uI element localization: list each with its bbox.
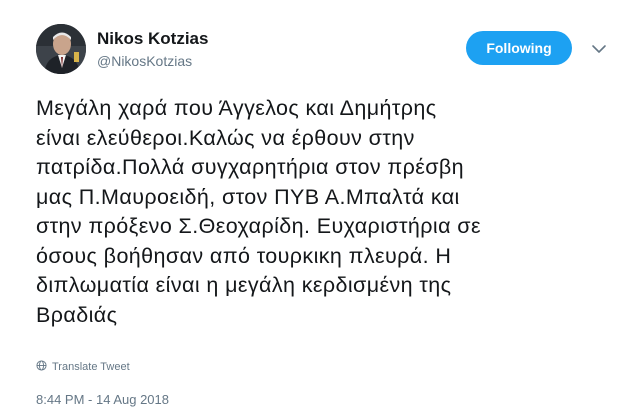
tweet-text-line: Βραδιάς: [36, 302, 118, 327]
avatar-image: [36, 24, 86, 74]
tweet-text-line: είναι ελεύθεροι.Καλώς να έρθουν στην: [36, 125, 415, 150]
tweet-text-line: μας Π.Μαυροειδή, στον ΠΥΒ Α.Μπαλτά και: [36, 184, 460, 209]
following-button[interactable]: Following: [466, 31, 572, 65]
avatar[interactable]: [36, 24, 86, 74]
tweet-text-line: στην πρόξενο Σ.Θεοχαρίδη. Ευχαριστήρια σ…: [36, 214, 481, 238]
tweet-text-line: διπλωματία είναι η μεγάλη κερδισμένη της: [36, 273, 452, 297]
author-handle[interactable]: @NikosKotzias: [97, 53, 192, 69]
translate-tweet-link[interactable]: Translate Tweet: [36, 360, 130, 374]
tweet-text: Μεγάλη χαρά που Άγγελος και Δημήτρης είν…: [36, 94, 616, 330]
translate-tweet-label: Translate Tweet: [52, 361, 130, 373]
chevron-down-icon[interactable]: [591, 41, 607, 57]
tweet-text-line: όσους βοήθησαν από τουρκικη πλευρά. Η: [36, 243, 452, 268]
tweet-text-line: Μεγάλη χαρά που Άγγελος και Δημήτρης: [36, 96, 437, 120]
tweet-card: Nikos Kotzias @NikosKotzias Following Με…: [0, 0, 640, 413]
tweet-text-line: πατρίδα.Πολλά συγχαρητήρια στον πρέσβη: [36, 155, 465, 179]
author-name[interactable]: Nikos Kotzias: [97, 29, 208, 49]
tweet-timestamp[interactable]: 8:44 PM - 14 Aug 2018: [36, 392, 169, 407]
globe-icon: [36, 360, 47, 374]
